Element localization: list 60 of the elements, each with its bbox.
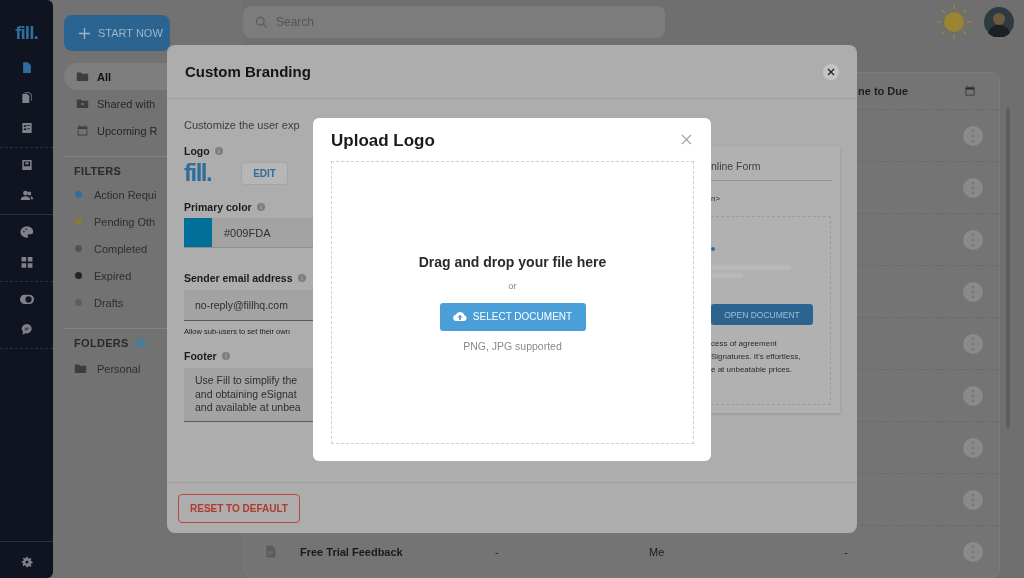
calendar-icon[interactable] bbox=[964, 85, 976, 97]
filter-item[interactable]: Action Requi bbox=[94, 188, 157, 201]
filter-item[interactable]: Completed bbox=[94, 242, 148, 255]
view-item[interactable]: Shared with bbox=[64, 90, 243, 117]
info-icon[interactable] bbox=[214, 147, 223, 155]
edit-button[interactable]: EDIT bbox=[241, 161, 288, 185]
shared-icon bbox=[76, 97, 89, 110]
inbox-icon[interactable] bbox=[19, 158, 34, 172]
email-field[interactable]: no-reply@fillhq.com bbox=[184, 290, 313, 321]
format-hint: PNG, JPG supported bbox=[463, 339, 562, 352]
document-icon bbox=[264, 545, 277, 558]
settings-icon[interactable] bbox=[20, 556, 33, 568]
users-icon[interactable] bbox=[19, 188, 34, 202]
drop-text: Drag and drop your file here bbox=[418, 253, 607, 270]
filter-item[interactable]: Drafts bbox=[94, 296, 124, 309]
intro-text: Customize the user exp bbox=[184, 119, 301, 131]
table-cell[interactable]: Free Trial Feedback bbox=[300, 545, 495, 558]
folders-heading: FOLDERS bbox=[74, 337, 129, 349]
chat-icon[interactable] bbox=[19, 322, 34, 336]
reset-to-default-button[interactable]: RESET TO DEFAULT bbox=[178, 493, 300, 523]
footer-text-area[interactable]: Use Fill to simplify the and obtaining eSignat and available at unbea bbox=[184, 368, 313, 422]
table-cell-text: Me bbox=[649, 545, 666, 558]
field-label: Sender email address bbox=[184, 272, 293, 284]
dialog-title: Upload Logo bbox=[331, 131, 435, 152]
or-text: or bbox=[508, 279, 517, 291]
puzzle-icon[interactable] bbox=[19, 255, 34, 269]
toggle-icon[interactable] bbox=[19, 292, 34, 306]
dot-icon bbox=[711, 247, 715, 251]
field-label: Primary color bbox=[184, 201, 252, 213]
plus-icon bbox=[79, 27, 90, 39]
cloud-upload-icon bbox=[452, 311, 467, 322]
info-icon[interactable] bbox=[297, 274, 306, 282]
documents-icon[interactable] bbox=[19, 91, 34, 105]
palette-icon[interactable] bbox=[19, 225, 34, 239]
filter-item[interactable]: Expired bbox=[94, 269, 132, 282]
field-label: Logo bbox=[184, 145, 210, 157]
drop-zone[interactable]: Drag and drop your file here or SELECT DOCUMENT PNG, JPG supported bbox=[331, 161, 694, 444]
filter-item[interactable]: Pending Oth bbox=[94, 215, 156, 228]
logo[interactable]: fill. bbox=[15, 22, 38, 44]
folder-icon bbox=[76, 70, 89, 83]
filters-heading: FILTERS bbox=[73, 165, 122, 177]
start-now-button[interactable]: START NOW bbox=[64, 15, 170, 51]
preview-text: n> bbox=[711, 194, 722, 203]
close-icon[interactable] bbox=[823, 63, 839, 80]
avatar[interactable] bbox=[984, 7, 1014, 37]
info-icon[interactable] bbox=[256, 203, 265, 211]
color-swatch[interactable] bbox=[184, 218, 212, 247]
folder-icon bbox=[74, 362, 87, 375]
sun-icon[interactable] bbox=[936, 4, 972, 40]
table-cell-text: - bbox=[844, 545, 849, 558]
table-cell-text: - bbox=[495, 545, 500, 558]
open-document-button[interactable]: OPEN DOCUMENT bbox=[711, 304, 813, 325]
logo: fill. bbox=[184, 159, 212, 187]
form-icon[interactable] bbox=[19, 121, 34, 135]
info-icon[interactable] bbox=[221, 352, 230, 360]
drive-icon[interactable] bbox=[134, 338, 146, 348]
select-document-button[interactable]: SELECT DOCUMENT bbox=[439, 302, 586, 331]
field-label: Footer bbox=[184, 350, 217, 362]
folder-item[interactable]: Personal bbox=[97, 362, 141, 375]
preview-footer-text: cess of agreement Signatures. It's effortless, e at unbeatable prices. bbox=[711, 338, 802, 376]
